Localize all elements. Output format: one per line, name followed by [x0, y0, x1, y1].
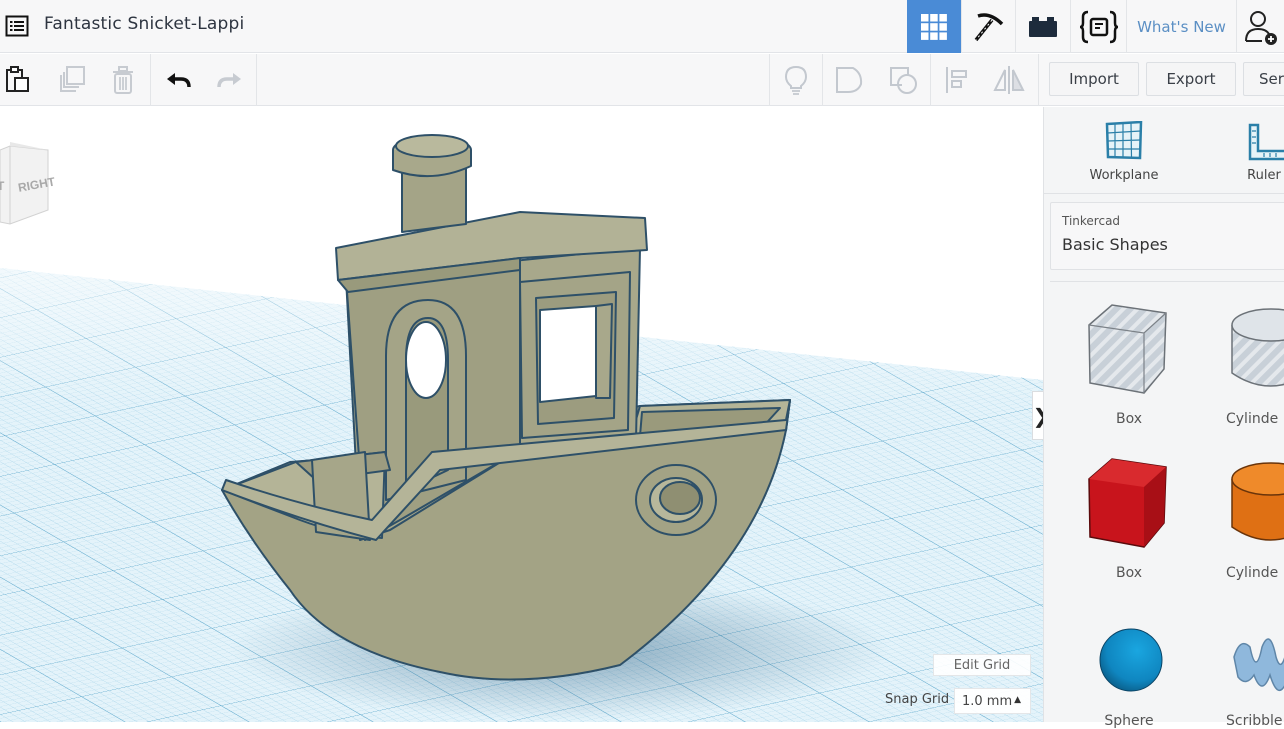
nav-3d-design[interactable] [907, 0, 961, 53]
shape-sphere[interactable]: Sphere [1074, 617, 1184, 729]
shape-label: Box [1115, 411, 1143, 427]
workplane-tool[interactable]: Workplane [1084, 107, 1164, 193]
shape-label: Cylinde [1226, 565, 1279, 581]
view-cube-left-label: T [0, 179, 5, 193]
panel-divider [1050, 281, 1284, 282]
export-button[interactable]: Export [1146, 62, 1236, 96]
edit-grid-button[interactable]: Edit Grid [933, 654, 1031, 676]
align-button[interactable] [933, 54, 981, 106]
shape-box[interactable]: Box [1074, 457, 1184, 587]
top-bar: Fantastic Snicket-Lappi What's New [0, 0, 1284, 53]
library-source: Tinkercad [1062, 214, 1121, 228]
sphere-icon [1099, 628, 1163, 692]
shape-label: Scribble [1226, 713, 1283, 729]
shape-label: Box [1115, 565, 1143, 581]
brick-icon [1029, 16, 1057, 37]
group-icon [890, 67, 917, 94]
ruler-tool[interactable]: Ruler [1234, 107, 1284, 193]
snap-grid-label: Snap Grid [885, 692, 950, 707]
redo-button[interactable] [210, 54, 250, 106]
panel-divider [1044, 193, 1284, 194]
shape-hole-box[interactable]: Box [1074, 303, 1184, 433]
nav-user[interactable] [1236, 0, 1284, 53]
solid-hole-button[interactable] [825, 54, 873, 106]
toolbar-divider [1038, 54, 1039, 106]
hole-cylinder-icon [1231, 308, 1284, 387]
clipboard-icon [6, 66, 29, 92]
snap-grid-value: 1.0 mm [962, 693, 1013, 709]
add-user-icon [1244, 10, 1277, 45]
group-button[interactable] [878, 54, 928, 106]
align-icon [946, 67, 967, 93]
whats-new-link[interactable]: What's New [1126, 0, 1236, 53]
grid-icon [921, 13, 947, 40]
3d-viewport[interactable]: RIGHT T [0, 107, 1043, 722]
workplane-label: Workplane [1089, 168, 1159, 183]
scribble-icon [1233, 638, 1284, 692]
view-cube[interactable]: RIGHT T [0, 142, 57, 225]
shape-label: Cylinde [1226, 411, 1279, 427]
import-button[interactable]: Import [1049, 62, 1139, 96]
design-list-icon[interactable] [5, 14, 29, 38]
code-braces-icon [1079, 10, 1118, 43]
ruler-label: Ruler [1247, 168, 1281, 183]
box-icon [1088, 458, 1167, 548]
toolbar-divider [930, 54, 931, 106]
toolbar-divider [769, 54, 770, 106]
pickaxe-icon [974, 12, 1003, 41]
toolbar-divider [822, 54, 823, 106]
library-name: Basic Shapes [1062, 235, 1168, 254]
shape-library-select[interactable]: Tinkercad Basic Shapes [1050, 202, 1284, 270]
shape-hole-cylinder[interactable]: Cylinde [1216, 303, 1284, 433]
duplicate-icon [60, 66, 85, 92]
delete-button[interactable] [103, 54, 143, 106]
shape-scribble[interactable]: Scribble [1216, 617, 1284, 729]
undo-icon [167, 73, 191, 88]
trash-icon [113, 66, 133, 94]
ruler-icon [1248, 123, 1284, 161]
redo-icon [217, 73, 241, 88]
shape-label: Sphere [1104, 713, 1154, 729]
duplicate-button[interactable] [52, 54, 92, 106]
paste-button[interactable] [0, 54, 34, 106]
undo-button[interactable] [158, 54, 198, 106]
cylinder-icon [1231, 462, 1284, 541]
hole-box-icon [1088, 304, 1167, 394]
lightbulb-icon [784, 65, 808, 95]
nav-build[interactable] [961, 0, 1015, 53]
nav-codeblocks[interactable] [1070, 0, 1126, 53]
toolbar-divider [256, 54, 257, 106]
workplane-icon [1105, 121, 1143, 160]
toolbar-divider [150, 54, 151, 106]
shape-solid-icon [836, 67, 863, 93]
caret-up-icon: ▲ [1014, 695, 1021, 705]
nav-bricks[interactable] [1015, 0, 1070, 53]
send-to-button[interactable]: Ser [1243, 62, 1284, 96]
mirror-icon [993, 66, 1025, 94]
notes-button[interactable] [772, 54, 820, 106]
design-title[interactable]: Fantastic Snicket-Lappi [44, 14, 244, 34]
shape-cylinder[interactable]: Cylinde [1216, 457, 1284, 587]
shapes-panel: Workplane Ruler Tinkercad Basic Shapes B… [1043, 107, 1284, 729]
edit-toolbar: Import Export Ser [0, 54, 1284, 106]
snap-grid-select[interactable]: 1.0 mm ▲ [954, 688, 1031, 714]
mirror-button[interactable] [984, 54, 1034, 106]
